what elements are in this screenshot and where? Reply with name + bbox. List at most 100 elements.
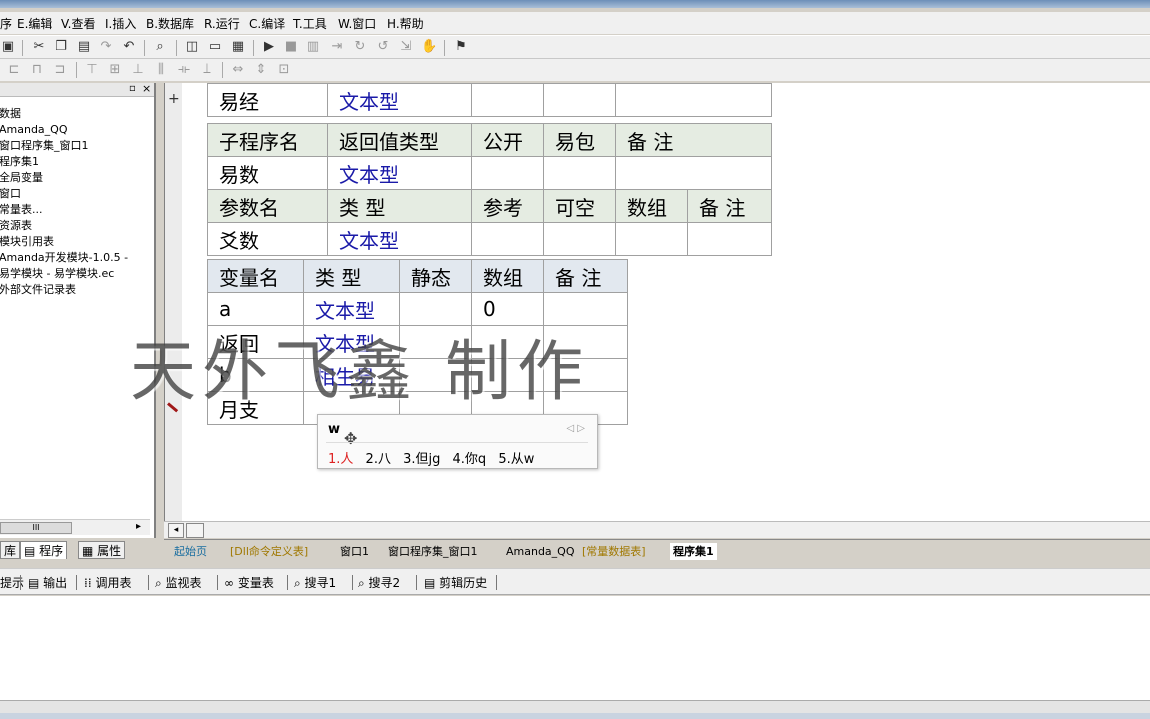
debug-icon[interactable]: ▥ xyxy=(305,39,321,55)
tree-item[interactable]: Amanda开发模块-1.0.5 - xyxy=(0,251,128,265)
table-cell[interactable] xyxy=(471,222,544,256)
same-height-icon[interactable]: ⇕ xyxy=(253,62,269,78)
stop-icon[interactable]: ■ xyxy=(283,39,299,55)
menu-program[interactable]: 序 xyxy=(0,15,12,32)
tab-library[interactable]: 库 xyxy=(0,541,21,559)
find-icon[interactable]: ⌕ xyxy=(152,39,168,55)
tree-item[interactable]: 程序集1 xyxy=(0,155,39,169)
tree-item[interactable]: Amanda_QQ xyxy=(0,123,68,137)
paste-icon[interactable]: ▤ xyxy=(76,39,92,55)
menu-insert[interactable]: I.插入 xyxy=(105,15,136,32)
hand-icon[interactable]: ✋ xyxy=(421,39,437,55)
ime-page-arrows[interactable]: ◁ ▷ xyxy=(566,423,585,434)
ime-candidate[interactable]: 4.你q xyxy=(453,452,487,467)
editor-hscrollbar[interactable]: ◂ xyxy=(164,521,1150,538)
tree-item[interactable]: 窗口程序集_窗口1 xyxy=(0,139,89,153)
copy-icon[interactable]: ❐ xyxy=(53,39,69,55)
tree-item[interactable]: 模块引用表 xyxy=(0,235,54,249)
table-cell[interactable] xyxy=(615,156,772,190)
tree-item[interactable]: 窗口 xyxy=(0,187,21,201)
ime-candidate[interactable]: 3.但jg xyxy=(403,452,440,467)
scroll-thumb[interactable] xyxy=(186,523,204,538)
space-horizontal-icon[interactable]: ⫼ xyxy=(153,62,169,78)
doc-tab-start[interactable]: 起始页 xyxy=(174,543,207,560)
doc-tab-window1[interactable]: 窗口1 xyxy=(340,543,369,560)
align-middle-icon[interactable]: ⊞ xyxy=(107,62,123,78)
menu-help[interactable]: H.帮助 xyxy=(387,15,424,32)
scroll-right-icon[interactable]: ▸ xyxy=(136,521,141,532)
doc-tab-constants[interactable]: [常量数据表] xyxy=(582,543,646,560)
table-row[interactable]: 易经 文本型 xyxy=(207,83,772,117)
align-top-icon[interactable]: ⊤ xyxy=(84,62,100,78)
table-cell[interactable] xyxy=(615,83,772,117)
run-to-cursor-icon[interactable]: ⇲ xyxy=(398,39,414,55)
space-h-equal-icon[interactable]: ⟛ xyxy=(176,62,192,78)
align-center-icon[interactable]: ⊓ xyxy=(29,62,45,78)
same-width-icon[interactable]: ⇔ xyxy=(230,62,246,78)
doc-tab-dll[interactable]: [Dll命令定义表] xyxy=(230,543,308,560)
align-right-icon[interactable]: ⊐ xyxy=(52,62,68,78)
tab-search2[interactable]: ⌕ 搜寻2 xyxy=(358,574,400,591)
table-cell[interactable]: 易数 xyxy=(207,156,328,190)
menu-tools[interactable]: T.工具 xyxy=(293,15,327,32)
scroll-left-button[interactable]: ◂ xyxy=(168,523,184,538)
tree-item[interactable]: 外部文件记录表 xyxy=(0,283,76,297)
cut-icon[interactable]: ✂ xyxy=(31,39,47,55)
layout-split-icon[interactable]: ▦ xyxy=(230,39,246,55)
space-v-equal-icon[interactable]: ⟘ xyxy=(199,62,215,78)
doc-tab-amanda[interactable]: Amanda_QQ xyxy=(506,543,575,560)
expand-icon[interactable]: + xyxy=(168,91,180,107)
table-cell[interactable]: 文本型 xyxy=(327,83,472,117)
ime-candidate[interactable]: 2.八 xyxy=(366,452,391,467)
tab-search1[interactable]: ⌕ 搜寻1 xyxy=(294,574,336,591)
tree-item[interactable]: 常量表... xyxy=(0,203,43,217)
tab-output[interactable]: ▤ 输出 xyxy=(28,574,67,591)
table-cell[interactable]: 文本型 xyxy=(327,222,472,256)
table-cell[interactable]: 爻数 xyxy=(207,222,328,256)
redo-icon[interactable]: ↷ xyxy=(98,39,114,55)
menu-database[interactable]: B.数据库 xyxy=(146,15,194,32)
ime-candidate[interactable]: 5.从w xyxy=(498,452,534,467)
tab-program[interactable]: ▤ 程序 xyxy=(20,541,68,559)
table-cell[interactable] xyxy=(543,156,616,190)
doc-tab-assembly1[interactable]: 程序集1 xyxy=(670,543,717,560)
table-row[interactable]: 爻数 文本型 xyxy=(207,222,772,256)
same-size-icon[interactable]: ⊡ xyxy=(276,62,292,78)
tab-variables[interactable]: ∞ 变量表 xyxy=(224,574,274,591)
tree-item[interactable]: 易学模块 - 易学模块.ec xyxy=(0,267,114,281)
align-bottom-icon[interactable]: ⊥ xyxy=(130,62,146,78)
step-over-icon[interactable]: ↻ xyxy=(352,39,368,55)
align-left-icon[interactable]: ⊏ xyxy=(6,62,22,78)
tab-watch[interactable]: ⌕ 监视表 xyxy=(155,574,202,591)
menu-view[interactable]: V.查看 xyxy=(61,15,95,32)
tree-scrollbar-thumb[interactable]: III xyxy=(0,522,72,534)
table-row[interactable]: 易数 文本型 xyxy=(207,156,772,190)
menu-edit[interactable]: E.编辑 xyxy=(17,15,52,32)
tab-call-stack[interactable]: ⁞⁞ 调用表 xyxy=(84,574,131,591)
layout-left-icon[interactable]: ◫ xyxy=(184,39,200,55)
save-icon[interactable]: ▣ xyxy=(0,39,16,55)
table-cell[interactable] xyxy=(471,83,544,117)
tree-scrollbar[interactable]: III ▸ xyxy=(0,519,150,535)
step-out-icon[interactable]: ↺ xyxy=(375,39,391,55)
ime-candidate[interactable]: 1.人 xyxy=(328,452,353,467)
help-icon[interactable]: ⚑ xyxy=(453,39,469,55)
tree-item[interactable]: 全局变量 xyxy=(0,171,43,185)
panel-restore-icon[interactable]: ▫ xyxy=(129,83,136,94)
layout-top-icon[interactable]: ▭ xyxy=(207,39,223,55)
table-cell[interactable] xyxy=(543,222,616,256)
tab-properties[interactable]: ▦ 属性 xyxy=(78,541,126,559)
step-into-icon[interactable]: ⇥ xyxy=(329,39,345,55)
tab-clipboard-history[interactable]: ▤ 剪辑历史 xyxy=(424,574,487,591)
panel-close-icon[interactable]: × xyxy=(142,82,151,95)
splitter[interactable] xyxy=(156,83,164,538)
run-icon[interactable]: ▶ xyxy=(261,39,277,55)
table-cell[interactable] xyxy=(471,156,544,190)
menu-compile[interactable]: C.编译 xyxy=(249,15,285,32)
table-cell[interactable] xyxy=(615,222,688,256)
tree-item[interactable]: 资源表 xyxy=(0,219,32,233)
menu-window[interactable]: W.窗口 xyxy=(338,15,376,32)
table-cell[interactable] xyxy=(543,83,616,117)
table-cell[interactable]: 易经 xyxy=(207,83,328,117)
tree-item[interactable]: 数据 xyxy=(0,107,21,121)
